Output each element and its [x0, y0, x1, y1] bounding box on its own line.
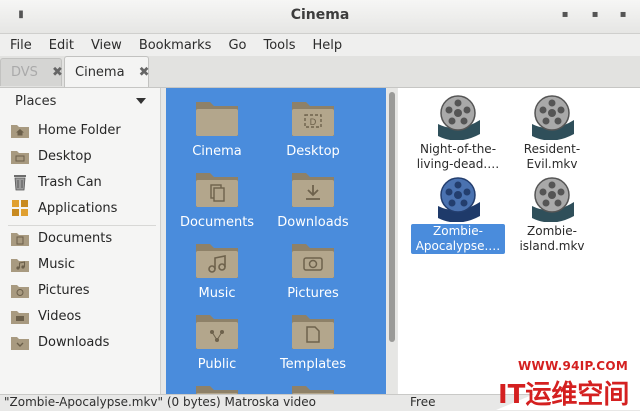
watermark-url: WWW.94IP.COM: [518, 359, 629, 373]
sidebar-item-label: Videos: [38, 308, 82, 324]
file-label: Zombie-island.mkv: [519, 224, 585, 253]
menu-file[interactable]: File: [0, 38, 39, 53]
sidebar-item-documents[interactable]: Documents: [10, 226, 155, 250]
sidebar-item-label: Desktop: [38, 148, 92, 164]
sidebar-item-label: Pictures: [38, 282, 90, 298]
sidebar-item-pictures[interactable]: Pictures: [10, 278, 155, 302]
minimize-icon[interactable]: ▪: [558, 8, 572, 22]
music-folder-icon: [196, 244, 238, 278]
sidebar-item-trash-can[interactable]: Trash Can: [10, 170, 155, 194]
folder-pane-scrollbar[interactable]: [387, 88, 397, 394]
sidebar-item-home-folder[interactable]: Home Folder: [10, 118, 155, 142]
status-text: "Zombie-Apocalypse.mkv" (0 bytes) Matros…: [4, 395, 316, 409]
menu-tools[interactable]: Tools: [253, 38, 302, 53]
folder-icon: [292, 386, 334, 394]
sidebar-item-label: Documents: [38, 230, 113, 246]
dropdown-arrow-icon[interactable]: [136, 98, 146, 104]
folder-label: Public: [197, 357, 237, 372]
folder-public[interactable]: Public: [170, 311, 264, 372]
folder-documents[interactable]: Documents: [170, 169, 264, 230]
file-label: Resident- Evil.mkv: [523, 142, 581, 171]
sidebar-item-label: Applications: [38, 200, 118, 216]
folder-label: Templates: [279, 357, 347, 372]
folder-label: Downloads: [277, 215, 349, 230]
documents-folder-icon: [11, 233, 29, 246]
tab-label: DVS: [11, 65, 38, 80]
file-label: Night-of-the-living-dead.…: [416, 142, 500, 171]
menu-edit[interactable]: Edit: [39, 38, 81, 53]
tab-cinema[interactable]: Cinema ✖: [64, 56, 149, 87]
watermark: WWW.94IP.COM IT运维空间: [468, 342, 640, 410]
sidebar-item-label: Downloads: [38, 334, 110, 350]
sidebar-item-applications[interactable]: Applications: [10, 196, 155, 220]
places-header[interactable]: Places: [15, 94, 56, 109]
close-tab-icon[interactable]: ✖: [139, 65, 150, 80]
tab-bar: DVS ✖ Cinema ✖: [0, 56, 640, 88]
video-reel-icon: [532, 177, 574, 222]
templates-folder-icon: [292, 315, 334, 349]
sidebar-item-label: Home Folder: [38, 122, 121, 138]
sidebar-item-label: Trash Can: [38, 174, 102, 190]
desktop-folder-icon: [11, 151, 29, 164]
title-bar: ▮ Cinema ▪ ▪ ▪: [0, 0, 640, 34]
file-label: Zombie- Apocalypse.…: [411, 224, 505, 254]
folder-cinema[interactable]: Cinema: [170, 98, 264, 159]
folder-icon: [196, 102, 238, 136]
menu-go[interactable]: Go: [218, 38, 253, 53]
tab-label: Cinema: [75, 64, 125, 80]
folder-label: Desktop: [286, 144, 340, 159]
folder-music[interactable]: Music: [170, 240, 264, 301]
folder-icon: [196, 386, 238, 394]
trash-icon: [14, 175, 26, 191]
video-reel-icon: [438, 95, 480, 140]
folder-pane[interactable]: Cinema D Desktop Documents Downloads Mus…: [166, 88, 386, 394]
folder-templates[interactable]: Templates: [266, 311, 360, 372]
close-tab-icon[interactable]: ✖: [52, 65, 63, 80]
folder-label: Pictures: [287, 286, 339, 301]
scrollbar-thumb[interactable]: [389, 92, 395, 342]
menu-bookmarks[interactable]: Bookmarks: [129, 38, 219, 53]
video-reel-icon: [532, 95, 574, 140]
watermark-text: IT运维空间: [498, 380, 630, 410]
tab-dvs[interactable]: DVS ✖: [0, 58, 63, 86]
sidebar: Places Home Folder Desktop Trash Can App…: [0, 88, 161, 394]
folder-label: Cinema: [192, 144, 242, 159]
sidebar-item-label: Music: [38, 256, 75, 272]
videos-folder-icon: [11, 311, 29, 324]
public-folder-icon: [196, 315, 238, 349]
folder-label: Music: [198, 286, 236, 301]
window-title: Cinema: [290, 7, 350, 23]
applications-icon: [12, 200, 28, 216]
file-night-of-the-living-dead[interactable]: Night-of-the-living-dead.…: [410, 94, 506, 172]
file-resident-evil[interactable]: Resident- Evil.mkv: [504, 94, 600, 172]
menu-view[interactable]: View: [81, 38, 129, 53]
menu-bar: File Edit View Bookmarks Go Tools Help: [0, 34, 640, 56]
menu-help[interactable]: Help: [303, 38, 350, 53]
pictures-folder-icon: [292, 244, 334, 278]
folder-pictures[interactable]: Pictures: [266, 240, 360, 301]
close-icon[interactable]: ▪: [616, 8, 630, 22]
downloads-folder-icon: [292, 173, 334, 207]
folder-desktop[interactable]: D Desktop: [266, 98, 360, 159]
video-reel-icon: [438, 177, 480, 222]
pictures-folder-icon: [11, 285, 29, 298]
sidebar-item-downloads[interactable]: Downloads: [10, 330, 155, 354]
downloads-folder-icon: [11, 337, 29, 350]
desktop-folder-icon: D: [292, 102, 334, 136]
svg-text:D: D: [310, 118, 317, 128]
folder-label: Documents: [179, 215, 255, 230]
documents-folder-icon: [196, 173, 238, 207]
folder-downloads[interactable]: Downloads: [266, 169, 360, 230]
folder-partial[interactable]: [266, 382, 360, 394]
sidebar-item-desktop[interactable]: Desktop: [10, 144, 155, 168]
music-folder-icon: [11, 259, 29, 272]
folder-partial[interactable]: [170, 382, 264, 394]
maximize-icon[interactable]: ▪: [588, 8, 602, 22]
file-zombie-island[interactable]: Zombie-island.mkv: [504, 176, 600, 254]
sidebar-item-videos[interactable]: Videos: [10, 304, 155, 328]
sidebar-item-music[interactable]: Music: [10, 252, 155, 276]
file-zombie-apocalypse[interactable]: Zombie- Apocalypse.…: [410, 176, 506, 254]
home-folder-icon: [11, 125, 29, 138]
free-space-text: Free: [410, 395, 436, 409]
